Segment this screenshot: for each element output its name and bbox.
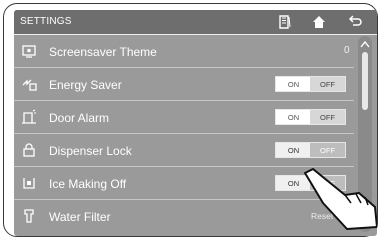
door-alarm-icon — [22, 109, 36, 124]
setting-row-door-alarm: Door Alarm ON OFF — [14, 101, 354, 134]
toggle-on[interactable]: ON — [276, 143, 311, 157]
setting-row-dispenser-lock: Dispenser Lock ON OFF — [14, 134, 354, 167]
toggle-off[interactable]: OFF — [310, 77, 345, 91]
energy-saver-toggle[interactable]: ON OFF — [275, 76, 346, 92]
door-alarm-toggle[interactable]: ON OFF — [275, 109, 346, 125]
scroll-up-icon[interactable] — [360, 40, 370, 48]
setting-label: Screensaver Theme — [49, 45, 157, 59]
water-filter-icon — [24, 209, 34, 223]
setting-label: Energy Saver — [49, 78, 122, 92]
home-icon[interactable] — [311, 14, 327, 30]
setting-label: Dispenser Lock — [49, 144, 132, 158]
setting-label: Door Alarm — [49, 111, 110, 125]
dispenser-lock-toggle[interactable]: ON OFF — [275, 142, 346, 158]
hand-pointer-icon — [304, 168, 377, 230]
ice-icon — [23, 178, 35, 189]
setting-label: Water Filter — [49, 210, 111, 224]
back-arrow-icon[interactable] — [347, 14, 363, 30]
device-frame: SETTINGS Screensaver Theme 0 Energy Save… — [3, 3, 378, 237]
setting-row-screensaver[interactable]: Screensaver Theme 0 — [14, 35, 354, 68]
screensaver-icon — [22, 45, 36, 58]
setting-row-energy-saver: Energy Saver ON OFF — [14, 68, 354, 101]
energy-saver-icon — [22, 79, 37, 91]
scroll-thumb[interactable] — [362, 52, 368, 110]
setting-value: 0 — [344, 45, 350, 56]
toggle-on[interactable]: ON — [276, 110, 311, 124]
lock-icon — [23, 143, 35, 157]
toggle-off[interactable]: OFF — [310, 143, 345, 157]
touch-screen: SETTINGS Screensaver Theme 0 Energy Save… — [14, 10, 377, 236]
page-title: SETTINGS — [20, 16, 72, 27]
setting-label: Ice Making Off — [49, 177, 127, 191]
book-icon[interactable] — [277, 14, 293, 30]
header-bar: SETTINGS — [14, 10, 377, 35]
toggle-on[interactable]: ON — [276, 77, 311, 91]
toggle-off[interactable]: OFF — [310, 110, 345, 124]
